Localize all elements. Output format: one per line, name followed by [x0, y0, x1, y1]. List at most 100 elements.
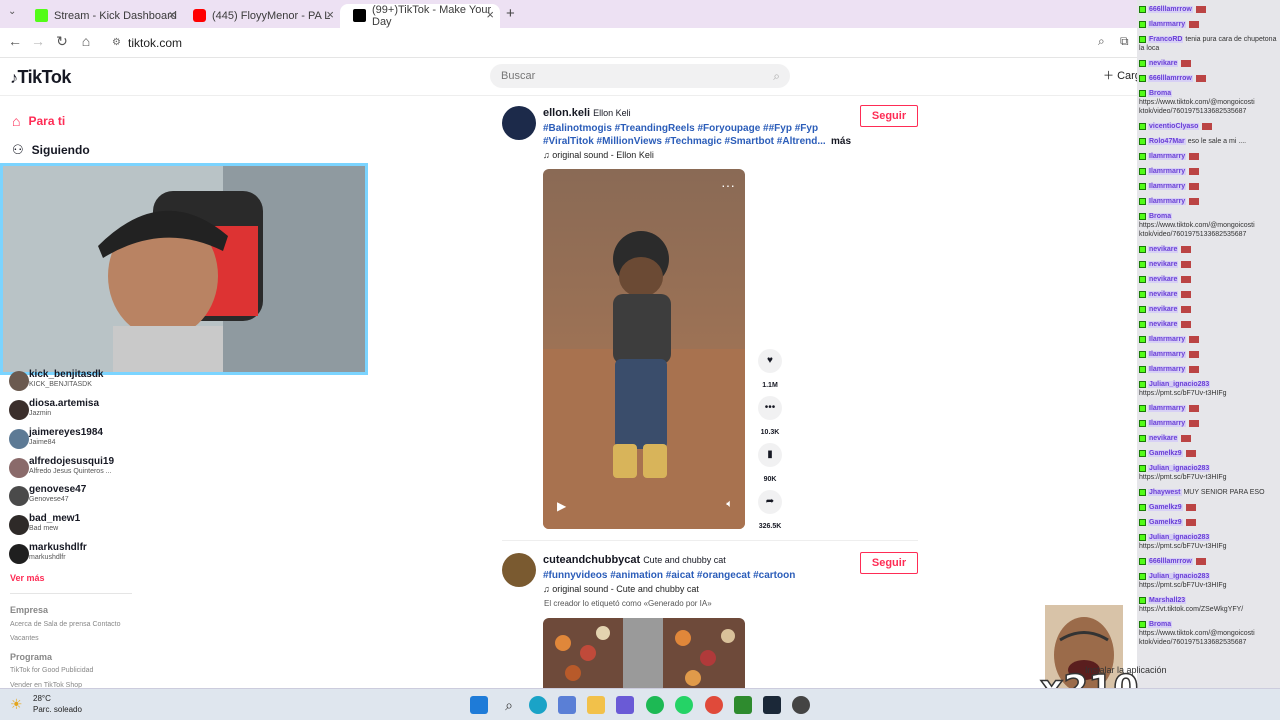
- kick-badge-icon: [1139, 182, 1146, 190]
- post-username: ellon.keli: [543, 107, 591, 119]
- footer-program-links[interactable]: TikTok for Good Publicidad: [10, 667, 93, 674]
- footer-company-links[interactable]: Acerca de Sala de prensa Contacto: [10, 621, 121, 628]
- post-author-avatar[interactable]: [502, 106, 536, 140]
- post-author[interactable]: cuteandchubbycat Cute and chubby cat: [543, 554, 726, 566]
- search-input[interactable]: Buscar ⌕: [490, 64, 790, 88]
- zoom-icon[interactable]: ⌕: [1098, 34, 1105, 49]
- new-tab-icon[interactable]: +: [506, 5, 515, 22]
- comment-icon: •••: [758, 396, 782, 420]
- sidebar-item-for-you[interactable]: ⌂ Para ti: [12, 113, 65, 129]
- start-icon[interactable]: [470, 696, 488, 714]
- account-name: genovese47: [29, 484, 87, 495]
- post-author-avatar[interactable]: [502, 553, 536, 587]
- avatar: [9, 544, 29, 564]
- kick-badge-icon: [1139, 122, 1146, 130]
- play-icon[interactable]: ▶: [557, 499, 566, 513]
- tab-close-icon[interactable]: ×: [326, 7, 334, 22]
- tiktok-logo[interactable]: ♪TikTok: [10, 67, 71, 88]
- tab-youtube[interactable]: (445) FloyyMenor - PA LA EURO ×: [180, 4, 340, 28]
- follow-button[interactable]: Seguir: [860, 552, 918, 574]
- tab-list-chevron-icon[interactable]: ⌄: [8, 6, 16, 17]
- chat-username: Julian_ignacio283: [1148, 573, 1211, 580]
- chat-username: Ilamrmarry: [1148, 336, 1187, 343]
- post-author[interactable]: ellon.keli Ellon Keli: [543, 107, 631, 119]
- more-link[interactable]: más: [831, 136, 851, 147]
- emote-icon: [1202, 122, 1213, 130]
- app-icon[interactable]: [616, 696, 634, 714]
- video-player[interactable]: ··· ▶ 🔈︎: [543, 169, 745, 529]
- tiktok-icon: [353, 9, 366, 22]
- sidebar-item-following[interactable]: ⚇ Siguiendo: [12, 142, 90, 158]
- save-count: 90K: [763, 476, 777, 483]
- back-icon[interactable]: ←: [5, 33, 25, 49]
- obs-icon[interactable]: [792, 696, 810, 714]
- tab-tiktok[interactable]: (99+)TikTok - Make Your Day ×: [340, 4, 500, 28]
- post-hashtags-line2[interactable]: #ViralTitok #MillionViews #Techmagic #Sm…: [543, 136, 826, 147]
- chat-message: Ilamrmarry: [1139, 335, 1278, 344]
- chat-username: nevikare: [1148, 435, 1179, 442]
- chat-text: https://vt.tiktok.com/ZSeWkgYFY/: [1139, 606, 1244, 613]
- share-button[interactable]: ➦ 326.5K: [755, 490, 785, 530]
- chat-message: Ilamrmarry: [1139, 350, 1278, 359]
- store-icon[interactable]: [558, 696, 576, 714]
- post-sound[interactable]: ♫ original sound - Cute and chubby cat: [543, 584, 699, 594]
- tab-close-icon[interactable]: ×: [486, 7, 494, 22]
- edge-icon[interactable]: [529, 696, 547, 714]
- chat-message: Gamelkz9: [1139, 518, 1278, 527]
- search-icon[interactable]: ⌕: [773, 64, 780, 88]
- kick-badge-icon: [1139, 596, 1146, 604]
- xbox-icon[interactable]: [734, 696, 752, 714]
- forward-icon[interactable]: →: [28, 33, 48, 49]
- spotify-icon[interactable]: [646, 696, 664, 714]
- kick-badge-icon: [1139, 464, 1146, 472]
- chat-username: 666lllamrrow: [1148, 6, 1193, 13]
- temperature: 28°C: [33, 694, 51, 703]
- tab-close-icon[interactable]: ×: [168, 7, 176, 22]
- steam-icon[interactable]: [763, 696, 781, 714]
- url-field[interactable]: ⚙ tiktok.com: [110, 33, 182, 53]
- see-more-link[interactable]: Ver más: [10, 573, 45, 583]
- home-icon[interactable]: ⌂: [76, 33, 96, 49]
- kick-badge-icon: [1139, 404, 1146, 412]
- like-count: 1.1M: [762, 382, 778, 389]
- whatsapp-icon[interactable]: [675, 696, 693, 714]
- account-name: alfredojesusqui19: [29, 456, 115, 467]
- chat-text: https://pmt.sc/bF7Uv-t3HIFg: [1139, 390, 1227, 397]
- tab-kick-dashboard[interactable]: Stream - Kick Dashboard ×: [22, 4, 182, 28]
- emote-icon: [1189, 197, 1200, 205]
- share-icon: ➦: [758, 490, 782, 514]
- share-count: 326.5K: [758, 523, 782, 530]
- post-sound[interactable]: ♫ original sound - Ellon Keli: [543, 150, 654, 160]
- emote-icon: [1189, 335, 1200, 343]
- webcam-overlay: [0, 163, 368, 375]
- chat-message: Ilamrmarry: [1139, 20, 1278, 29]
- chat-message: 666lllamrrow: [1139, 557, 1278, 566]
- search-icon[interactable]: ⌕: [500, 696, 518, 714]
- file-explorer-icon[interactable]: [587, 696, 605, 714]
- chat-message: Ilamrmarry: [1139, 167, 1278, 176]
- video-player[interactable]: [543, 618, 745, 688]
- comment-button[interactable]: ••• 10.3K: [755, 396, 785, 436]
- chat-username: Ilamrmarry: [1148, 21, 1187, 28]
- sound-label: original sound - Cute and chubby cat: [552, 584, 699, 594]
- account-subtitle: Jaime84: [29, 439, 56, 446]
- account-subtitle: markushdlfr: [29, 554, 66, 561]
- follow-button[interactable]: Seguir: [860, 105, 918, 127]
- account-name: kick_benjitasdk: [29, 369, 104, 380]
- site-info-icon[interactable]: ⚙: [112, 33, 121, 53]
- install-app-icon[interactable]: ⧉: [1120, 34, 1129, 49]
- post-hashtags-line1[interactable]: #funnyvideos #animation #aicat #orangeca…: [543, 570, 795, 581]
- music-note-icon: ♫: [543, 150, 550, 160]
- post-hashtags-line1[interactable]: #Balinotmogis #TreandingReels #Foryoupag…: [543, 123, 818, 134]
- chrome-icon[interactable]: [705, 696, 723, 714]
- volume-icon[interactable]: 🔈︎: [726, 498, 733, 511]
- sidebar-item-label: Para ti: [28, 114, 66, 128]
- account-subtitle: Alfredo Jesus Quinteros ...: [29, 468, 112, 475]
- chat-username: nevikare: [1148, 60, 1179, 67]
- save-button[interactable]: ▮ 90K: [755, 443, 785, 483]
- footer-company-links-2[interactable]: Vacantes: [10, 635, 39, 642]
- like-button[interactable]: ♥ 1.1M: [755, 349, 785, 389]
- reload-icon[interactable]: ↻: [52, 33, 72, 50]
- more-options-icon[interactable]: ···: [721, 177, 735, 193]
- kick-badge-icon: [1139, 152, 1146, 160]
